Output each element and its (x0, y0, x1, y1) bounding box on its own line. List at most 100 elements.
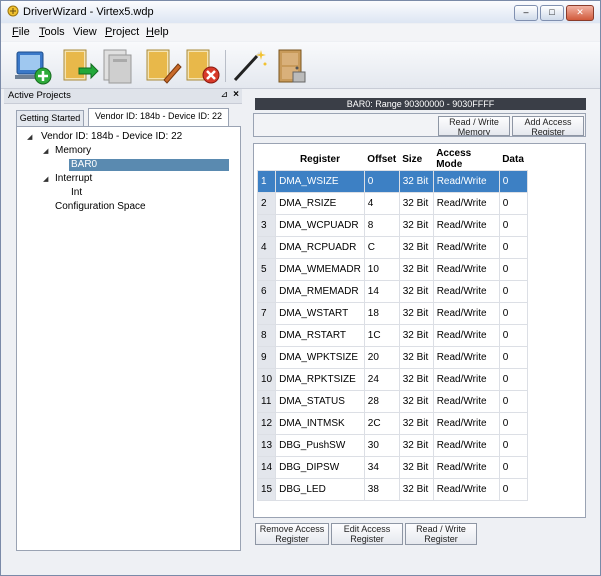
data-cell[interactable]: 0 (498, 412, 528, 435)
register-name-cell[interactable]: DMA_RPKTSIZE (275, 368, 365, 391)
table-row[interactable]: 6 DMA_RMEMADR 14 32 Bit Read/Write 0 (256, 280, 528, 303)
offset-cell[interactable]: 28 (363, 390, 400, 413)
table-row[interactable]: 12 DMA_INTMSK 2C 32 Bit Read/Write 0 (256, 412, 528, 435)
register-name-cell[interactable]: DMA_RMEMADR (275, 280, 365, 303)
remove-access-register-button[interactable]: Remove Access Register (255, 523, 329, 545)
close-button[interactable]: ✕ (566, 5, 594, 21)
data-cell[interactable]: 0 (498, 368, 528, 391)
size-cell[interactable]: 32 Bit (398, 456, 434, 479)
read-write-memory-button[interactable]: Read / Write Memory (438, 116, 510, 136)
size-cell[interactable]: 32 Bit (398, 258, 434, 281)
tree-node-int[interactable]: Int (71, 187, 82, 198)
row-number-cell[interactable]: 3 (256, 214, 277, 237)
tab-vendor-device[interactable]: Vendor ID: 184b - Device ID: 22 (88, 108, 229, 127)
register-name-cell[interactable]: DMA_INTMSK (275, 412, 365, 435)
offset-cell[interactable]: 20 (363, 346, 400, 369)
size-cell[interactable]: 32 Bit (398, 170, 434, 193)
size-cell[interactable]: 32 Bit (398, 368, 434, 391)
offset-cell[interactable]: 38 (363, 478, 400, 501)
size-cell[interactable]: 32 Bit (398, 478, 434, 501)
size-cell[interactable]: 32 Bit (398, 236, 434, 259)
access-mode-cell[interactable]: Read/Write (432, 324, 500, 347)
row-number-cell[interactable]: 12 (256, 412, 277, 435)
size-cell[interactable]: 32 Bit (398, 412, 434, 435)
table-row[interactable]: 7 DMA_WSTART 18 32 Bit Read/Write 0 (256, 302, 528, 325)
data-cell[interactable]: 0 (498, 192, 528, 215)
access-mode-cell[interactable]: Read/Write (432, 302, 500, 325)
table-row[interactable]: 2 DMA_RSIZE 4 32 Bit Read/Write 0 (256, 192, 528, 215)
register-name-cell[interactable]: DBG_PushSW (275, 434, 365, 457)
offset-cell[interactable]: 2C (363, 412, 400, 435)
offset-cell[interactable]: 24 (363, 368, 400, 391)
tree-node-interrupt[interactable]: Interrupt (55, 173, 92, 184)
offset-cell[interactable]: 10 (363, 258, 400, 281)
register-name-cell[interactable]: DMA_RSIZE (275, 192, 365, 215)
access-mode-cell[interactable]: Read/Write (432, 434, 500, 457)
access-mode-cell[interactable]: Read/Write (432, 214, 500, 237)
access-mode-column-header[interactable]: Access Mode (433, 148, 500, 171)
data-cell[interactable]: 0 (498, 258, 528, 281)
access-mode-cell[interactable]: Read/Write (432, 456, 500, 479)
size-cell[interactable]: 32 Bit (398, 302, 434, 325)
new-project-icon[interactable] (13, 46, 53, 86)
table-row[interactable]: 3 DMA_WCPUADR 8 32 Bit Read/Write 0 (256, 214, 528, 237)
tree-node-vendor[interactable]: Vendor ID: 184b - Device ID: 22 (41, 131, 182, 142)
table-row[interactable]: 1 DMA_WSIZE 0 32 Bit Read/Write 0 (256, 170, 528, 193)
offset-cell[interactable]: 18 (363, 302, 400, 325)
row-number-cell[interactable]: 2 (256, 192, 277, 215)
register-name-cell[interactable]: DMA_WSTART (275, 302, 365, 325)
size-column-header[interactable]: Size (399, 148, 434, 171)
row-number-cell[interactable]: 13 (256, 434, 277, 457)
tree-node-memory[interactable]: Memory (55, 145, 91, 156)
offset-cell[interactable]: 1C (363, 324, 400, 347)
data-cell[interactable]: 0 (498, 478, 528, 501)
data-cell[interactable]: 0 (498, 302, 528, 325)
row-number-cell[interactable]: 8 (256, 324, 277, 347)
close-project-icon[interactable] (182, 46, 222, 86)
access-mode-cell[interactable]: Read/Write (432, 192, 500, 215)
table-row[interactable]: 10 DMA_RPKTSIZE 24 32 Bit Read/Write 0 (256, 368, 528, 391)
menu-view[interactable]: View (73, 26, 97, 38)
access-mode-cell[interactable]: Read/Write (432, 346, 500, 369)
size-cell[interactable]: 32 Bit (398, 280, 434, 303)
row-number-cell[interactable]: 7 (256, 302, 277, 325)
data-cell[interactable]: 0 (498, 434, 528, 457)
row-number-cell[interactable]: 10 (256, 368, 277, 391)
register-name-cell[interactable]: DMA_WPKTSIZE (275, 346, 365, 369)
access-mode-cell[interactable]: Read/Write (432, 258, 500, 281)
size-cell[interactable]: 32 Bit (398, 214, 434, 237)
read-write-register-button[interactable]: Read / Write Register (405, 523, 477, 545)
register-name-cell[interactable]: DMA_WCPUADR (275, 214, 365, 237)
table-row[interactable]: 9 DMA_WPKTSIZE 20 32 Bit Read/Write 0 (256, 346, 528, 369)
row-number-cell[interactable]: 9 (256, 346, 277, 369)
size-cell[interactable]: 32 Bit (398, 434, 434, 457)
data-cell[interactable]: 0 (498, 456, 528, 479)
edit-project-icon[interactable] (142, 46, 182, 86)
offset-cell[interactable]: 34 (363, 456, 400, 479)
minimize-button[interactable]: – (514, 5, 538, 21)
register-name-cell[interactable]: DMA_WSIZE (275, 170, 365, 193)
offset-cell[interactable]: 8 (363, 214, 400, 237)
row-number-cell[interactable]: 1 (256, 170, 277, 193)
data-cell[interactable]: 0 (498, 214, 528, 237)
access-mode-cell[interactable]: Read/Write (432, 280, 500, 303)
table-row[interactable]: 8 DMA_RSTART 1C 32 Bit Read/Write 0 (256, 324, 528, 347)
register-name-cell[interactable]: DBG_DIPSW (275, 456, 365, 479)
wizard-wand-icon[interactable] (229, 46, 269, 86)
row-number-cell[interactable]: 14 (256, 456, 277, 479)
tree-node-bar0[interactable]: BAR0 (69, 159, 229, 171)
data-cell[interactable]: 0 (498, 390, 528, 413)
offset-cell[interactable]: 30 (363, 434, 400, 457)
access-mode-cell[interactable]: Read/Write (432, 236, 500, 259)
access-mode-cell[interactable]: Read/Write (432, 412, 500, 435)
row-number-cell[interactable]: 15 (256, 478, 277, 501)
table-row[interactable]: 13 DBG_PushSW 30 32 Bit Read/Write 0 (256, 434, 528, 457)
add-access-register-button[interactable]: Add Access Register (512, 116, 584, 136)
table-row[interactable]: 5 DMA_WMEMADR 10 32 Bit Read/Write 0 (256, 258, 528, 281)
data-cell[interactable]: 0 (498, 236, 528, 259)
register-name-cell[interactable]: DMA_RSTART (275, 324, 365, 347)
exit-door-icon[interactable] (271, 46, 311, 86)
tab-getting-started[interactable]: Getting Started (16, 110, 84, 126)
pin-icon[interactable]: ⊿ (220, 89, 228, 100)
data-cell[interactable]: 0 (498, 324, 528, 347)
